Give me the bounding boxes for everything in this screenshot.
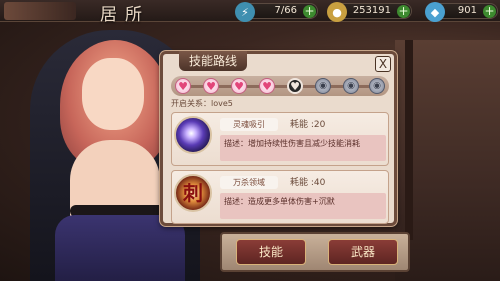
panel-title: 技能路线 (179, 51, 247, 71)
add-stamina-button[interactable]: + (303, 5, 316, 18)
node-heart-icon[interactable]: ♥ (231, 78, 247, 94)
skill-cost: 耗能 :20 (290, 120, 326, 130)
skill-progress-track: ♥ ♥ ♥ ♥ ♥ ◉ ◉ ◉ (171, 76, 389, 96)
character-face (82, 58, 144, 130)
coin-counter: ● 253191 + (327, 2, 412, 22)
red-seal-icon: 刺 (174, 174, 212, 212)
purple-orb-icon (174, 116, 212, 154)
add-gem-button[interactable]: + (483, 5, 496, 18)
room-pillar (405, 40, 413, 240)
current-node-heart-icon[interactable]: ♥ (287, 78, 303, 94)
lightning-icon: ⚡ (235, 2, 255, 22)
locked-node-icon[interactable]: ◉ (315, 78, 331, 94)
skill-card[interactable]: 灵魂吸引 耗能 :20 描述：增加持续性伤害且减少技能消耗 (171, 112, 389, 166)
gem-icon: ◆ (425, 2, 445, 22)
skill-button[interactable]: 技能 (236, 239, 306, 265)
add-coin-button[interactable]: + (397, 5, 410, 18)
stamina-counter: ⚡ 7/66 + (235, 2, 318, 22)
relation-requirement: 开启关系：love5 (171, 99, 233, 108)
skill-description: 描述：造成更多单体伤害+沉默 (220, 193, 386, 219)
skill-route-panel: 技能路线 X ♥ ♥ ♥ ♥ ♥ ◉ ◉ ◉ 开启关系：love5 灵魂吸引 耗… (160, 51, 397, 226)
page-title: 居所 (100, 5, 150, 25)
coin-icon: ● (327, 2, 347, 22)
gem-value: 901 (457, 5, 477, 16)
top-bar: 居所 ⚡ 7/66 + ● 253191 + ◆ 901 + (0, 0, 500, 25)
node-heart-icon[interactable]: ♥ (259, 78, 275, 94)
skill-name: 万杀领域 (220, 176, 278, 189)
weapon-button[interactable]: 武器 (328, 239, 398, 265)
gem-counter: ◆ 901 + (425, 2, 498, 22)
coin-value: 253191 (352, 5, 391, 16)
skill-name: 灵魂吸引 (220, 118, 278, 131)
locked-node-icon[interactable]: ◉ (369, 78, 385, 94)
close-button[interactable]: X (375, 56, 391, 72)
stamina-value: 7/66 (274, 5, 297, 16)
skill-description: 描述：增加持续性伤害且减少技能消耗 (220, 135, 386, 161)
skill-cost: 耗能 :40 (290, 178, 326, 188)
locked-node-icon[interactable]: ◉ (343, 78, 359, 94)
skill-card[interactable]: 刺 万杀领域 耗能 :40 描述：造成更多单体伤害+沉默 (171, 170, 389, 224)
node-heart-icon[interactable]: ♥ (203, 78, 219, 94)
node-heart-icon[interactable]: ♥ (175, 78, 191, 94)
back-button[interactable] (4, 2, 76, 20)
